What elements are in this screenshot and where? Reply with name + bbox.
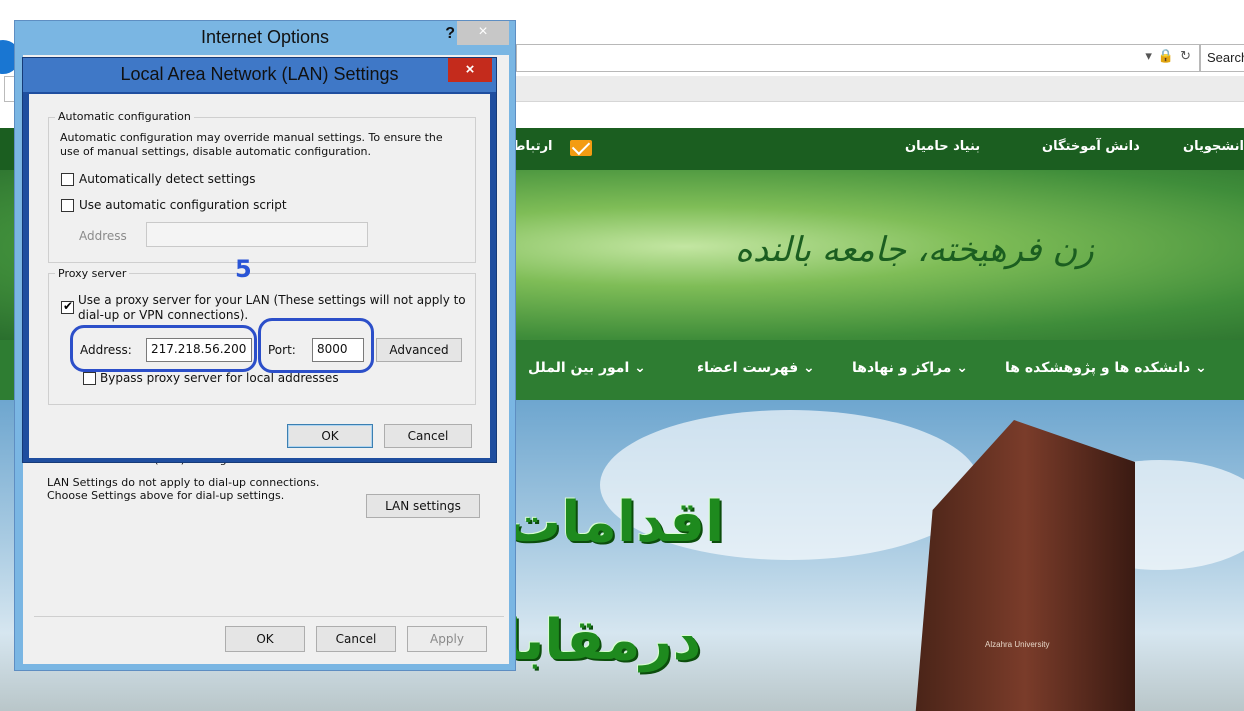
monument-logo-text: Alzahra University <box>985 640 1050 649</box>
script-address-label: Address <box>79 229 127 243</box>
port-highlight-annotation <box>258 318 374 373</box>
address-bar-icons: ▾ 🔒 ↻ <box>1145 49 1191 64</box>
script-address-field[interactable] <box>146 222 368 247</box>
lan-ok-button[interactable]: OK <box>287 424 373 448</box>
use-script-label[interactable]: Use automatic configuration script <box>79 198 287 212</box>
nav-faculties[interactable]: دانشکده ها و پژوهشکده ها ⌄ <box>1005 360 1207 376</box>
auto-detect-label[interactable]: Automatically detect settings <box>79 172 256 186</box>
use-script-checkbox[interactable] <box>61 199 74 212</box>
tab-strip <box>516 76 1244 102</box>
io-apply-button[interactable]: Apply <box>407 626 487 652</box>
auto-detect-checkbox[interactable] <box>61 173 74 186</box>
auto-config-note-line1: Automatic configuration may override man… <box>60 131 443 144</box>
nav-centers[interactable]: مراکز و نهادها ⌄ <box>852 360 968 376</box>
lan-note-line2: Choose Settings above for dial-up settin… <box>47 489 285 502</box>
nav-international[interactable]: امور بین الملل ⌄ <box>528 360 646 376</box>
lan-dialog-title: Local Area Network (LAN) Settings <box>23 58 496 92</box>
lock-icon[interactable]: 🔒 <box>1158 49 1174 64</box>
address-bar[interactable]: ▾ 🔒 ↻ <box>516 44 1200 72</box>
nav-students[interactable]: دانشجویان <box>1183 139 1244 154</box>
annotation-number: 5 <box>235 255 252 283</box>
nav-alumni[interactable]: دانش آموختگان <box>1042 139 1140 154</box>
lan-note-line1: LAN Settings do not apply to dial-up con… <box>47 476 320 489</box>
nav-foundation[interactable]: بنیاد حامیان <box>905 139 980 154</box>
nav-members[interactable]: فهرست اعضاء ⌄ <box>697 360 815 376</box>
dropdown-arrow-icon[interactable]: ▾ <box>1145 49 1152 64</box>
use-proxy-label-line2[interactable]: dial-up or VPN connections). <box>78 309 248 322</box>
nav-contact[interactable]: ارتباط <box>512 139 553 154</box>
search-input[interactable]: Search <box>1200 44 1244 72</box>
site-slogan: زن فرهیخته، جامعه بالنده <box>735 230 1094 270</box>
lan-settings-button[interactable]: LAN settings <box>366 494 480 518</box>
lan-dialog-close-button[interactable]: × <box>448 58 492 82</box>
lan-cancel-button[interactable]: Cancel <box>384 424 472 448</box>
bypass-local-label[interactable]: Bypass proxy server for local addresses <box>100 371 339 385</box>
auto-config-note-line2: use of manual settings, disable automati… <box>60 145 372 158</box>
refresh-icon[interactable]: ↻ <box>1180 49 1191 64</box>
advanced-button[interactable]: Advanced <box>376 338 462 362</box>
use-proxy-checkbox[interactable] <box>61 299 74 314</box>
address-highlight-annotation <box>70 325 257 372</box>
help-icon[interactable]: ? <box>445 25 455 43</box>
io-ok-button[interactable]: OK <box>225 626 305 652</box>
io-bottom-divider <box>34 616 504 617</box>
internet-options-close-button[interactable]: × <box>457 21 509 45</box>
io-cancel-button[interactable]: Cancel <box>316 626 396 652</box>
internet-options-title: Internet Options <box>200 27 330 47</box>
lan-note: LAN Settings do not apply to dial-up con… <box>47 476 319 502</box>
auto-config-group-label: Automatic configuration <box>55 110 194 123</box>
proxy-group-label: Proxy server <box>55 267 130 280</box>
mail-icon[interactable] <box>570 140 592 156</box>
hero-title-line1: اقدامات <box>505 490 725 555</box>
bypass-local-checkbox[interactable] <box>83 372 96 385</box>
use-proxy-label-line1[interactable]: Use a proxy server for your LAN (These s… <box>78 294 466 307</box>
